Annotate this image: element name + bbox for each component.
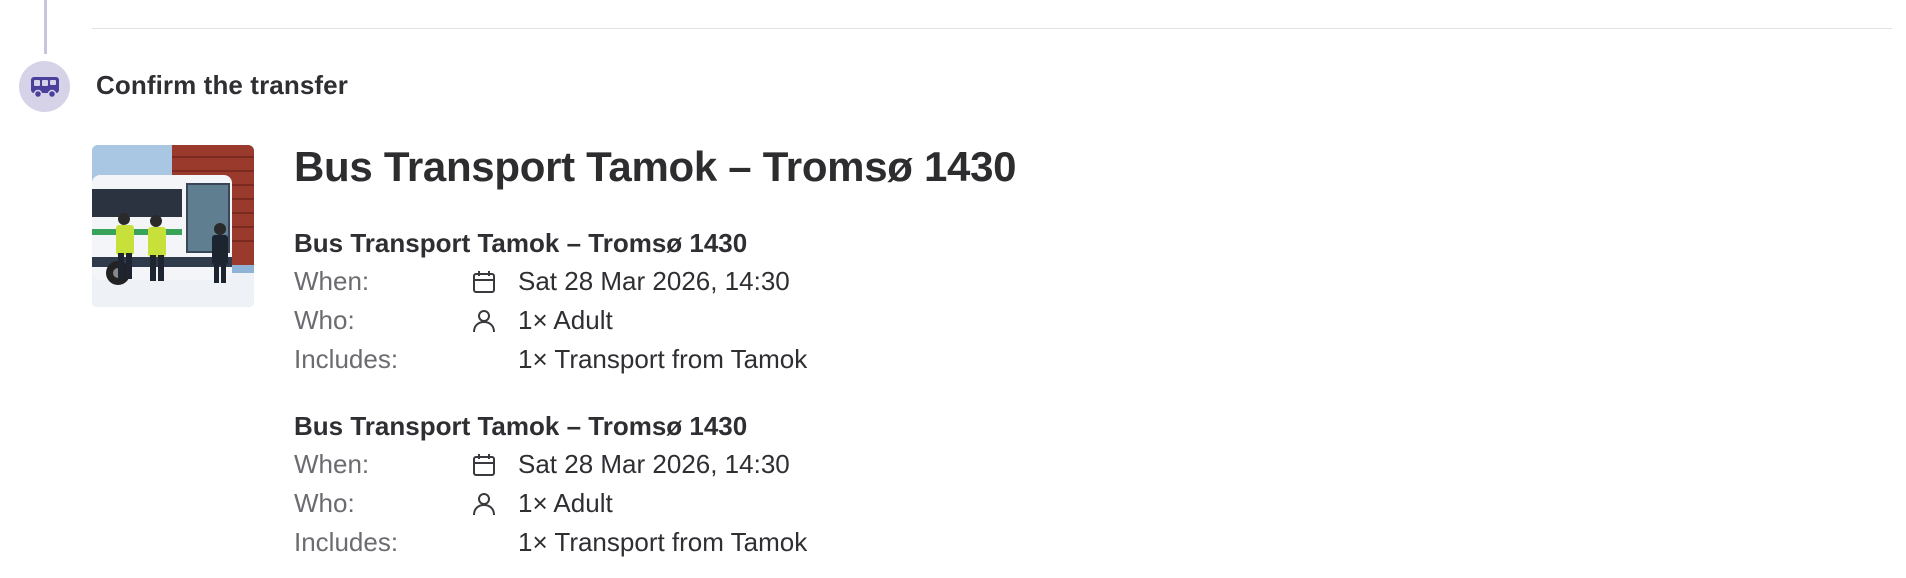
booking-item: Bus Transport Tamok – Tromsø 1430 When: … — [294, 407, 994, 562]
calendar-icon — [473, 454, 495, 476]
when-value: Sat 28 Mar 2026, 14:30 — [518, 449, 790, 479]
timeline-connector — [44, 0, 47, 54]
person-icon — [473, 493, 495, 516]
product-title: Bus Transport Tamok – Tromsø 1430 — [294, 143, 1017, 190]
includes-label: Includes: — [294, 527, 399, 557]
person-icon — [473, 310, 495, 333]
booking-who-row: Who: 1× Adult — [294, 484, 994, 523]
includes-label: Includes: — [294, 344, 399, 374]
bus-icon — [30, 76, 59, 98]
booking-when-row: When: Sat 28 Mar 2026, 14:30 — [294, 262, 994, 301]
includes-value: 1× Transport from Tamok — [518, 344, 808, 374]
includes-value: 1× Transport from Tamok — [518, 527, 808, 557]
calendar-icon — [473, 271, 495, 293]
bus-photo — [92, 145, 254, 307]
who-value: 1× Adult — [518, 488, 613, 518]
step-badge — [19, 61, 70, 112]
booking-who-row: Who: 1× Adult — [294, 301, 994, 340]
booking-item: Bus Transport Tamok – Tromsø 1430 When: … — [294, 224, 994, 379]
booking-title: Bus Transport Tamok – Tromsø 1430 — [294, 228, 748, 258]
who-label: Who: — [294, 305, 355, 335]
when-label: When: — [294, 266, 370, 296]
booking-includes-row: Includes: 1× Transport from Tamok — [294, 523, 994, 562]
when-label: When: — [294, 449, 370, 479]
when-value: Sat 28 Mar 2026, 14:30 — [518, 266, 790, 296]
checkout-step-section: Confirm the transfer Bus Transport Tamok… — [0, 0, 1906, 578]
booking-includes-row: Includes: 1× Transport from Tamok — [294, 340, 994, 379]
section-divider — [92, 28, 1892, 29]
who-label: Who: — [294, 488, 355, 518]
booking-when-row: When: Sat 28 Mar 2026, 14:30 — [294, 445, 994, 484]
who-value: 1× Adult — [518, 305, 613, 335]
step-title: Confirm the transfer — [96, 70, 348, 100]
booking-title: Bus Transport Tamok – Tromsø 1430 — [294, 411, 748, 441]
